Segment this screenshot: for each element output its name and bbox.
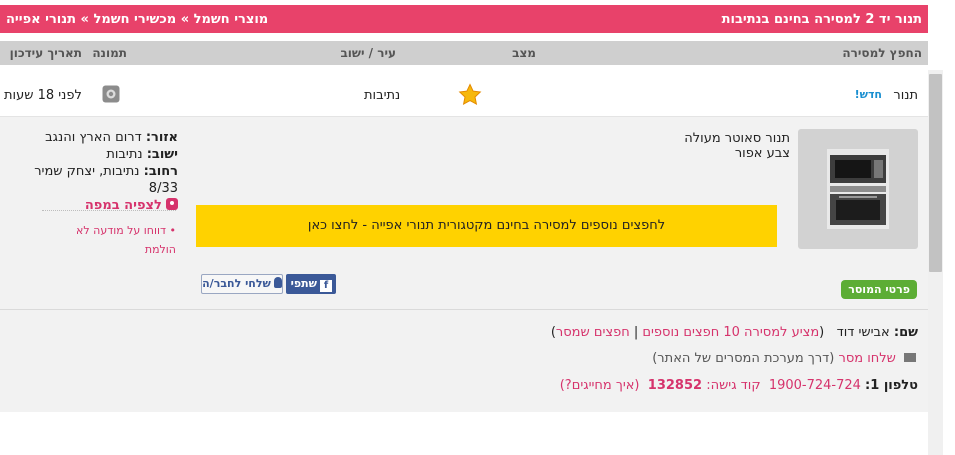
row-city: נתיבות <box>364 88 401 103</box>
location-info: אזור: דרום הארץ והנגב ישוב: נתיבות רחוב:… <box>6 129 178 214</box>
window-edge <box>943 0 955 455</box>
listing-page: תנור יד 2 למסירה בחינם בנתיבות מוצרי חשמ… <box>0 0 928 455</box>
column-image[interactable]: תמונה <box>92 46 127 60</box>
street-label: רחוב: <box>143 164 178 179</box>
seller-name-line: שם: אבישי דוד (מציע למסירה 10 חפצים נוספ… <box>551 325 918 340</box>
send-message-link[interactable]: שלחו מסר <box>838 351 895 366</box>
seller-name: אבישי דוד <box>836 325 890 340</box>
phone-number[interactable]: 1900-724-724 <box>769 378 861 393</box>
table-row[interactable]: תנור חדש! נתיבות לפני 18 שעות <box>0 70 928 117</box>
star-icon <box>458 83 482 111</box>
map-pin-icon <box>166 198 178 210</box>
report-block: • דווחו על מודעה לא הולמת <box>50 221 176 259</box>
town-label: ישוב: <box>146 147 178 162</box>
more-items-link[interactable]: מציע למסירה 10 חפצים נוספים <box>642 325 819 340</box>
item-name[interactable]: תנור <box>893 88 918 103</box>
town-value: נתיבות <box>106 147 143 162</box>
column-condition[interactable]: מצב <box>512 46 536 60</box>
table-header: החפץ למסירה מצב עיר / ישוב תמונה תאריך ע… <box>0 41 928 65</box>
billing-info-link[interactable]: (איך מחייגים?) <box>560 378 640 393</box>
person-icon <box>273 277 282 288</box>
area-value: דרום הארץ והנגב <box>45 130 142 145</box>
separator: | <box>633 325 639 340</box>
envelope-icon <box>904 353 916 362</box>
access-code: 132852 <box>647 378 703 393</box>
page-title: תנור יד 2 למסירה בחינם בנתיבות <box>721 11 922 27</box>
seller-details-button[interactable]: פרטי המוסר <box>841 280 917 299</box>
new-badge: חדש! <box>854 88 882 101</box>
share-label: שתפי <box>290 277 317 290</box>
details-panel: תנור סאוטר מעולה צבע אפור אזור: דרום האר… <box>0 117 928 309</box>
facebook-share-button[interactable]: fשתפי <box>286 274 336 294</box>
seller-panel: שם: אבישי דוד (מציע למסירה 10 חפצים נוספ… <box>0 309 928 412</box>
access-code-label: קוד גישה: <box>706 378 761 393</box>
column-updated[interactable]: תאריך עידכון <box>10 46 82 60</box>
divider <box>42 210 176 211</box>
column-city[interactable]: עיר / ישוב <box>340 46 396 60</box>
item-photo[interactable] <box>798 129 918 249</box>
facebook-icon: f <box>320 280 332 292</box>
bullet-icon: • <box>169 224 177 237</box>
column-item[interactable]: החפץ למסירה <box>842 46 922 60</box>
breadcrumb-bar: תנור יד 2 למסירה בחינם בנתיבות מוצרי חשמ… <box>0 5 928 33</box>
area-label: אזור: <box>145 130 178 145</box>
saved-items-link[interactable]: חפצים שמסר <box>556 325 630 340</box>
item-description: תנור סאוטר מעולה צבע אפור <box>684 131 790 161</box>
send-message-note: (דרך מערכת המסרים של האתר) <box>652 351 835 366</box>
oven-image <box>827 149 889 229</box>
seller-name-label: שם: <box>893 325 918 340</box>
description-line: תנור סאוטר מעולה <box>684 131 790 146</box>
breadcrumb-path[interactable]: מוצרי חשמל » מכשירי חשמל » תנורי אפייה <box>6 12 268 27</box>
row-updated: לפני 18 שעות <box>4 88 82 103</box>
send-friend-label: שלחי לחבר/ה <box>202 277 271 290</box>
scrollbar-thumb[interactable] <box>929 74 942 272</box>
paren: ( <box>819 325 825 340</box>
phone-line: טלפון 1: 1900-724-724 קוד גישה: 132852 (… <box>560 378 918 393</box>
description-line: צבע אפור <box>734 146 790 161</box>
camera-icon[interactable] <box>102 85 120 107</box>
send-message-line: שלחו מסר (דרך מערכת המסרים של האתר) <box>652 351 916 366</box>
send-friend-button[interactable]: שלחי לחבר/ה <box>201 274 283 294</box>
promo-banner[interactable]: לחפצים נוספים למסירה בחינם מקטגורית תנור… <box>196 205 777 247</box>
report-link[interactable]: דווחו על מודעה לא הולמת <box>76 224 176 256</box>
phone-label: טלפון 1: <box>865 378 918 393</box>
